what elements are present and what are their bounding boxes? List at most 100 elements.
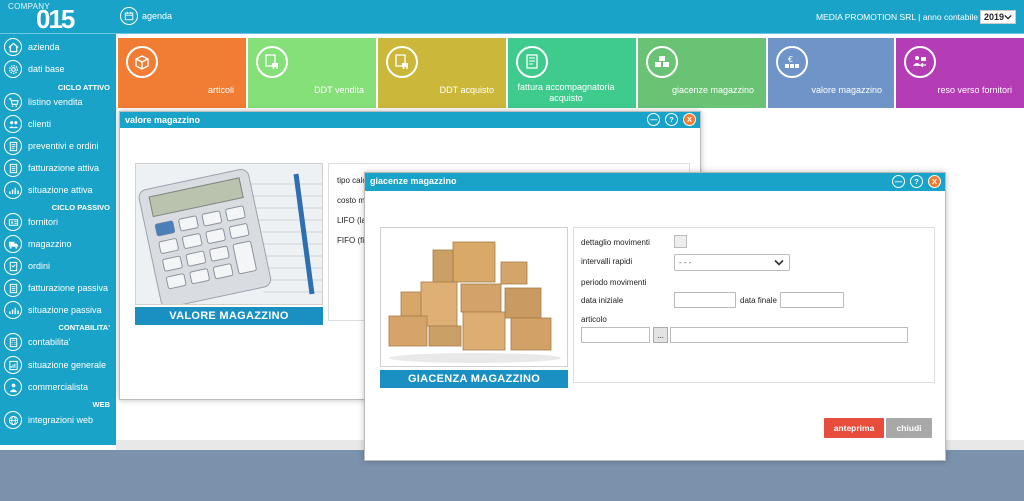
sidebar-item-label: listino vendita [28,97,83,107]
svg-text:€: € [788,55,793,64]
sidebar-item-label: situazione generale [28,360,107,370]
giacenza-magazzino-caption: GIACENZA MAGAZZINO [380,370,568,388]
box-icon [126,46,158,78]
sidebar-item-label: clienti [28,119,52,129]
minimize-button[interactable]: — [892,175,905,188]
minimize-button[interactable]: — [647,113,660,126]
tile-fattura-accompagnatoria[interactable]: fattura accompagnatoria acquisto [508,38,636,108]
data-iniziale-label: data iniziale [581,296,624,305]
truck-icon [4,235,22,253]
tile-valore-magazzino[interactable]: € valore magazzino [768,38,894,108]
sidebar-item-integrazioni-web[interactable]: integrazioni web [4,410,114,430]
sidebar-item-situazione-passiva[interactable]: situazione passiva [4,300,114,320]
sidebar-item-situazione-generale[interactable]: situazione generale [4,355,114,375]
report-icon [4,356,22,374]
sidebar-item-contabilita[interactable]: contabilita' [4,332,114,352]
sidebar-item-listino-vendita[interactable]: listino vendita [4,92,114,112]
sidebar-item-magazzino[interactable]: magazzino [4,234,114,254]
delivery-doc-icon [256,46,288,78]
tile-label: reso verso fornitori [937,85,1012,95]
panel-title: valore magazzino [125,115,201,125]
calendar-icon [120,7,138,25]
return-icon [904,46,936,78]
chiudi-button[interactable]: chiudi [886,418,932,438]
agenda-button[interactable]: agenda [120,7,172,25]
sidebar-item-commercialista[interactable]: commercialista [4,377,114,397]
section-web: WEB [92,400,111,409]
panel-header: giacenze magazzino — ? X [365,173,945,191]
intervalli-rapidi-label: intervalli rapidi [581,257,633,266]
sidebar-item-label: contabilita' [28,337,71,347]
supplier-icon [4,213,22,231]
euro-stock-icon: € [776,46,808,78]
section-ciclo-attivo: CICLO ATTIVO [57,83,110,92]
company-logo[interactable]: COMPANY 015 [0,0,116,34]
globe-icon [4,411,22,429]
tile-label: giacenze magazzino [671,85,754,95]
top-bar: agenda MEDIA PROMOTION SRL | anno contab… [116,0,1024,34]
sidebar-item-fatturazione-attiva[interactable]: fatturazione attiva [4,158,114,178]
sidebar-item-dati-base[interactable]: dati base [4,59,114,79]
calculator-image [135,163,323,305]
logo-company-number: 015 [36,4,75,34]
sidebar-item-label: azienda [28,42,60,52]
giacenze-form-area: dettaglio movimenti intervalli rapidi - … [573,227,935,383]
sidebar-item-azienda[interactable]: azienda [4,37,114,57]
articolo-code-input[interactable] [581,327,650,343]
data-iniziale-input[interactable] [674,292,736,308]
sidebar-item-clienti[interactable]: clienti [4,114,114,134]
articolo-label: articolo [581,315,607,324]
dettaglio-movimenti-checkbox[interactable] [674,235,687,248]
data-finale-label: data finale [740,296,777,305]
sidebar-item-preventivi-ordini[interactable]: preventivi e ordini [4,136,114,156]
costo-medio-label: costo m [337,196,366,205]
tile-ddt-vendita[interactable]: DDT vendita [248,38,376,108]
sidebar-item-situazione-attiva[interactable]: situazione attiva [4,180,114,200]
tile-ddt-acquisto[interactable]: DDT acquisto [378,38,506,108]
help-button[interactable]: ? [910,175,923,188]
close-button[interactable]: X [683,113,696,126]
panel-title: giacenze magazzino [370,176,457,186]
gear-icon [4,60,22,78]
invoice-icon [4,159,22,177]
intervalli-rapidi-select[interactable]: - - - [674,254,790,271]
window-buttons: — ? X [647,113,696,126]
tile-articoli[interactable]: articoli [118,38,246,108]
sidebar-item-label: fatturazione passiva [28,283,109,293]
users-icon [4,115,22,133]
valore-magazzino-caption: VALORE MAGAZZINO [135,307,323,325]
sidebar-item-label: magazzino [28,239,72,249]
close-button[interactable]: X [928,175,941,188]
year-select[interactable]: 2019 [980,10,1016,24]
invoice-icon [516,46,548,78]
sidebar-item-label: preventivi e ordini [28,141,99,151]
articolo-lookup-button[interactable]: ... [653,327,668,343]
sidebar-item-fatturazione-passiva[interactable]: fatturazione passiva [4,278,114,298]
document-icon [4,137,22,155]
sidebar-item-ordini[interactable]: ordini [4,256,114,276]
sidebar-item-label: integrazioni web [28,415,94,425]
year-value: 2019 [984,12,1005,22]
sidebar-item-label: situazione passiva [28,305,102,315]
home-icon [4,38,22,56]
tile-giacenze-magazzino[interactable]: giacenze magazzino [638,38,766,108]
tile-label: DDT vendita [314,85,364,95]
anteprima-button[interactable]: anteprima [824,418,884,438]
sidebar-item-label: situazione attiva [28,185,93,195]
tile-label: articoli [207,85,234,95]
sidebar-item-label: dati base [28,64,65,74]
sidebar-item-fornitori[interactable]: fornitori [4,212,114,232]
articolo-description-input[interactable] [670,327,908,343]
delivery-doc-icon [386,46,418,78]
help-button[interactable]: ? [665,113,678,126]
section-ciclo-passivo: CICLO PASSIVO [51,203,110,212]
tile-reso-fornitori[interactable]: reso verso fornitori [896,38,1024,108]
company-info: MEDIA PROMOTION SRL | anno contabile [815,12,978,22]
panel-header: valore magazzino — ? X [120,112,700,128]
chevron-down-icon [1004,14,1012,20]
data-finale-input[interactable] [780,292,844,308]
bar-chart-icon [4,301,22,319]
tipo-calcolo-label: tipo calc [337,176,367,185]
section-contabilita: CONTABILITA' [58,323,111,332]
dettaglio-movimenti-label: dettaglio movimenti [581,238,650,247]
